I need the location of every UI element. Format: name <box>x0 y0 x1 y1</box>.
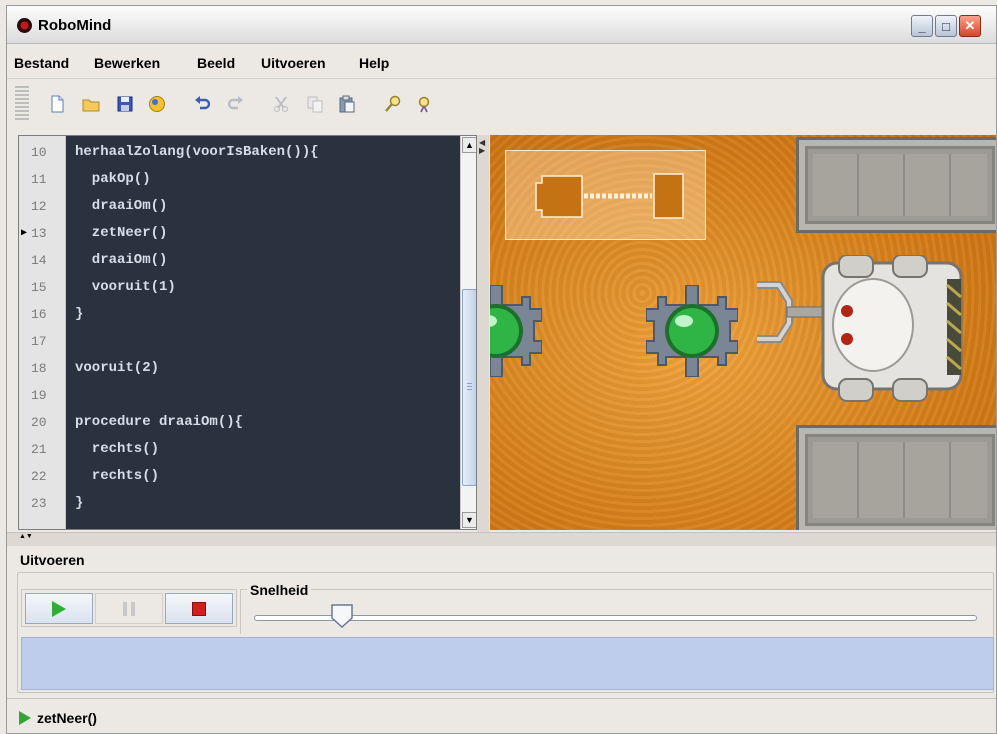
title-bar[interactable]: RoboMind _ □ ✕ <box>7 6 996 44</box>
robot-world-view[interactable] <box>490 135 996 530</box>
run-buttons <box>21 589 237 627</box>
run-panel-title: Uitvoeren <box>20 552 85 568</box>
undo-icon[interactable] <box>193 93 213 115</box>
code-line[interactable]: zetNeer() <box>75 220 168 247</box>
menu-bestand[interactable]: Bestand <box>14 55 69 71</box>
robomind-app-icon <box>17 18 32 33</box>
play-status-icon <box>19 711 31 725</box>
scroll-up-icon[interactable]: ▲ <box>462 137 476 153</box>
pause-icon <box>123 601 135 616</box>
code-line[interactable]: herhaalZolang(voorIsBaken()){ <box>75 139 319 166</box>
stop-button[interactable] <box>165 593 233 624</box>
menu-bewerken[interactable]: Bewerken <box>94 55 160 71</box>
line-number: 12 <box>31 199 47 214</box>
stone-wall-bottom <box>796 425 996 530</box>
code-line[interactable]: } <box>75 301 83 328</box>
replace-icon[interactable] <box>415 93 435 115</box>
robot-icon <box>751 254 964 403</box>
stop-icon <box>192 601 206 616</box>
speed-slider[interactable] <box>254 615 977 621</box>
code-line[interactable]: draaiOm() <box>75 247 168 274</box>
editor-vertical-scrollbar[interactable]: ▲ ▼ <box>460 136 476 529</box>
line-number: 19 <box>31 388 47 403</box>
beacon-icon <box>645 284 739 378</box>
line-number: 20 <box>31 415 47 430</box>
line-number: 21 <box>31 442 47 457</box>
code-line[interactable]: rechts() <box>75 436 159 463</box>
status-text: zetNeer() <box>37 710 97 726</box>
splitter-arrows-icon[interactable]: ▲▼ <box>19 533 33 540</box>
line-number: 17 <box>31 334 47 349</box>
line-number: 18 <box>31 361 47 376</box>
pause-button <box>95 593 163 624</box>
find-icon[interactable] <box>383 93 403 115</box>
line-number: 11 <box>31 172 47 187</box>
menu-help[interactable]: Help <box>359 55 389 71</box>
line-number-gutter: 10 11 12 ▶ 13 14 15 16 17 18 19 20 21 22 … <box>19 136 66 529</box>
paste-icon[interactable] <box>337 93 357 115</box>
status-divider <box>7 698 996 699</box>
toolbar <box>7 80 996 130</box>
code-line[interactable]: vooruit(1) <box>75 274 176 301</box>
speed-label: Snelheid <box>247 582 312 598</box>
splitter-arrows-icon[interactable]: ◀ ▶ <box>479 139 485 155</box>
code-line[interactable]: rechts() <box>75 463 159 490</box>
app-window: RoboMind _ □ ✕ Bestand Bewerken Beeld Ui… <box>6 5 997 734</box>
horizontal-splitter[interactable]: ▲▼ <box>7 532 996 546</box>
toolbar-grip[interactable] <box>15 86 29 122</box>
scrollbar-thumb[interactable] <box>462 289 476 486</box>
menu-uitvoeren[interactable]: Uitvoeren <box>261 55 326 71</box>
open-folder-icon[interactable] <box>81 93 101 115</box>
close-icon[interactable]: ✕ <box>959 15 981 37</box>
world-minimap[interactable] <box>505 150 706 240</box>
code-line[interactable]: procedure draaiOm(){ <box>75 409 243 436</box>
scroll-down-icon[interactable]: ▼ <box>462 512 476 528</box>
minimize-icon[interactable]: _ <box>911 15 933 37</box>
current-line-arrow-icon: ▶ <box>21 228 28 239</box>
line-number: 23 <box>31 496 47 511</box>
stone-wall-top <box>796 137 996 233</box>
world-icon[interactable] <box>147 93 167 115</box>
line-number: 10 <box>31 145 47 160</box>
menu-beeld[interactable]: Beeld <box>197 55 235 71</box>
code-line[interactable]: } <box>75 490 83 517</box>
play-icon <box>52 600 66 617</box>
cut-icon <box>271 93 291 115</box>
redo-icon <box>225 93 245 115</box>
current-line-number: ▶ 13 <box>19 220 66 247</box>
beacon-icon <box>490 284 543 378</box>
speed-slider-thumb[interactable] <box>331 604 353 629</box>
save-icon[interactable] <box>115 93 135 115</box>
menu-bar: Bestand Bewerken Beeld Uitvoeren Help <box>7 45 996 79</box>
code-line[interactable]: pakOp() <box>75 166 151 193</box>
output-panel <box>21 637 994 690</box>
code-line[interactable]: vooruit(2) <box>75 355 159 382</box>
code-editor[interactable]: 10 11 12 ▶ 13 14 15 16 17 18 19 20 21 22 … <box>18 135 477 530</box>
maximize-icon[interactable]: □ <box>935 15 957 37</box>
line-number: 16 <box>31 307 47 322</box>
line-number: 22 <box>31 469 47 484</box>
line-number: 14 <box>31 253 47 268</box>
code-line[interactable]: draaiOm() <box>75 193 168 220</box>
window-title: RoboMind <box>38 17 112 34</box>
copy-icon <box>305 93 325 115</box>
new-file-icon[interactable] <box>47 93 67 115</box>
play-button[interactable] <box>25 593 93 624</box>
line-number: 15 <box>31 280 47 295</box>
vertical-splitter[interactable]: ◀ ▶ <box>477 135 489 532</box>
